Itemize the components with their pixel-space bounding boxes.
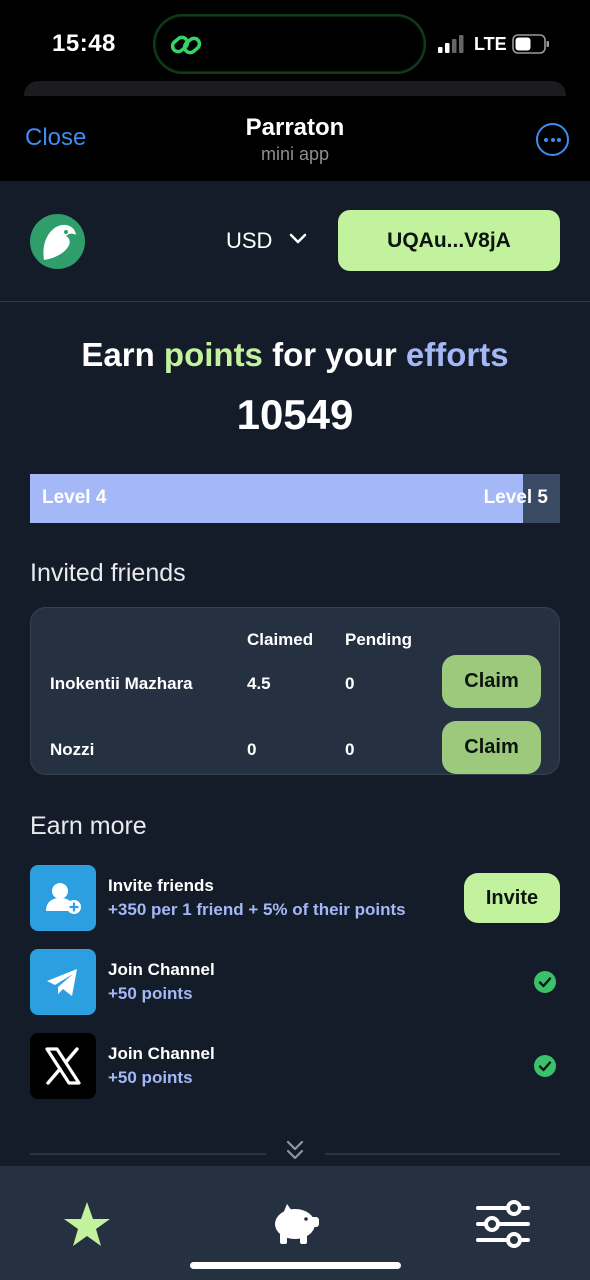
battery-icon bbox=[512, 34, 549, 54]
page-headline: Earn points for your efforts bbox=[0, 336, 590, 374]
nav-savings[interactable] bbox=[270, 1194, 322, 1254]
status-bar: 15:48 LTE bbox=[0, 0, 590, 90]
task-reward: +50 points bbox=[108, 1068, 193, 1087]
headline-highlight-points: points bbox=[163, 336, 263, 373]
headline-highlight-efforts: efforts bbox=[405, 336, 509, 373]
link-icon bbox=[170, 35, 202, 55]
bottom-navigation bbox=[0, 1166, 590, 1280]
invited-friends-title: Invited friends bbox=[30, 559, 186, 587]
points-total: 10549 bbox=[236, 391, 354, 438]
wallet-address-button[interactable]: UQAu...V8jA bbox=[338, 210, 560, 271]
task-invite-friends: Invite friends +350 per 1 friend + 5% of… bbox=[30, 865, 560, 931]
divider bbox=[325, 1153, 560, 1155]
app-content: USD UQAu...V8jA Earn points for your eff… bbox=[0, 181, 590, 1171]
task-title: Invite friends bbox=[108, 876, 214, 895]
nav-points[interactable] bbox=[62, 1194, 112, 1254]
headline-text: for your bbox=[262, 336, 406, 373]
task-reward: +50 points bbox=[108, 984, 193, 1003]
checkmark-icon bbox=[534, 971, 556, 993]
status-time: 15:48 bbox=[52, 30, 116, 57]
invite-button[interactable]: Invite bbox=[464, 873, 560, 923]
more-options-icon[interactable] bbox=[536, 123, 569, 156]
friend-name: Inokentii Mazhara bbox=[50, 674, 193, 693]
column-header-claimed: Claimed bbox=[247, 630, 314, 649]
headline-text: Earn bbox=[81, 336, 164, 373]
task-title: Join Channel bbox=[108, 960, 215, 979]
dynamic-island bbox=[153, 14, 426, 74]
app-subtitle: mini app bbox=[260, 144, 330, 164]
parrot-logo-icon bbox=[30, 214, 85, 269]
task-join-x-channel[interactable]: Join Channel +50 points bbox=[30, 1033, 560, 1099]
checkmark-icon bbox=[534, 1055, 556, 1077]
claimed-value: 4.5 bbox=[247, 674, 271, 693]
task-title: Join Channel bbox=[108, 1044, 215, 1063]
sliders-icon bbox=[476, 1200, 530, 1248]
pending-value: 0 bbox=[345, 674, 355, 693]
claim-button[interactable]: Claim bbox=[442, 655, 541, 708]
chevron-down-icon[interactable] bbox=[289, 233, 307, 245]
double-chevron-down-icon[interactable] bbox=[284, 1137, 306, 1163]
star-icon bbox=[64, 1202, 110, 1246]
task-join-telegram-channel[interactable]: Join Channel +50 points bbox=[30, 949, 560, 1015]
friend-name: Nozzi bbox=[50, 740, 95, 759]
pending-value: 0 bbox=[345, 740, 355, 759]
nav-settings[interactable] bbox=[474, 1194, 532, 1254]
invite-friend-icon bbox=[30, 865, 96, 931]
divider bbox=[30, 1153, 266, 1155]
earn-more-title: Earn more bbox=[30, 812, 147, 840]
claim-button[interactable]: Claim bbox=[442, 721, 541, 774]
piggy-bank-icon bbox=[275, 1204, 319, 1244]
network-type: LTE bbox=[474, 34, 507, 54]
divider bbox=[0, 301, 590, 302]
cellular-signal-icon bbox=[438, 35, 464, 53]
home-indicator[interactable] bbox=[190, 1262, 401, 1269]
claimed-value: 0 bbox=[247, 740, 257, 759]
currency-selector[interactable]: USD bbox=[226, 228, 272, 254]
telegram-icon bbox=[30, 949, 96, 1015]
level-progress-bar: Level 4 Level 5 bbox=[30, 474, 560, 523]
task-reward: +350 per 1 friend + 5% of their points bbox=[108, 900, 406, 919]
next-level-label: Level 5 bbox=[483, 487, 548, 508]
current-level-label: Level 4 bbox=[42, 487, 107, 508]
mini-app-header: Close Parraton mini app bbox=[0, 96, 590, 182]
x-logo-icon bbox=[30, 1033, 96, 1099]
invited-friends-table: Claimed Pending Inokentii Mazhara 4.5 0 … bbox=[30, 607, 560, 775]
column-header-pending: Pending bbox=[345, 630, 413, 649]
app-title: Parraton bbox=[245, 114, 345, 141]
